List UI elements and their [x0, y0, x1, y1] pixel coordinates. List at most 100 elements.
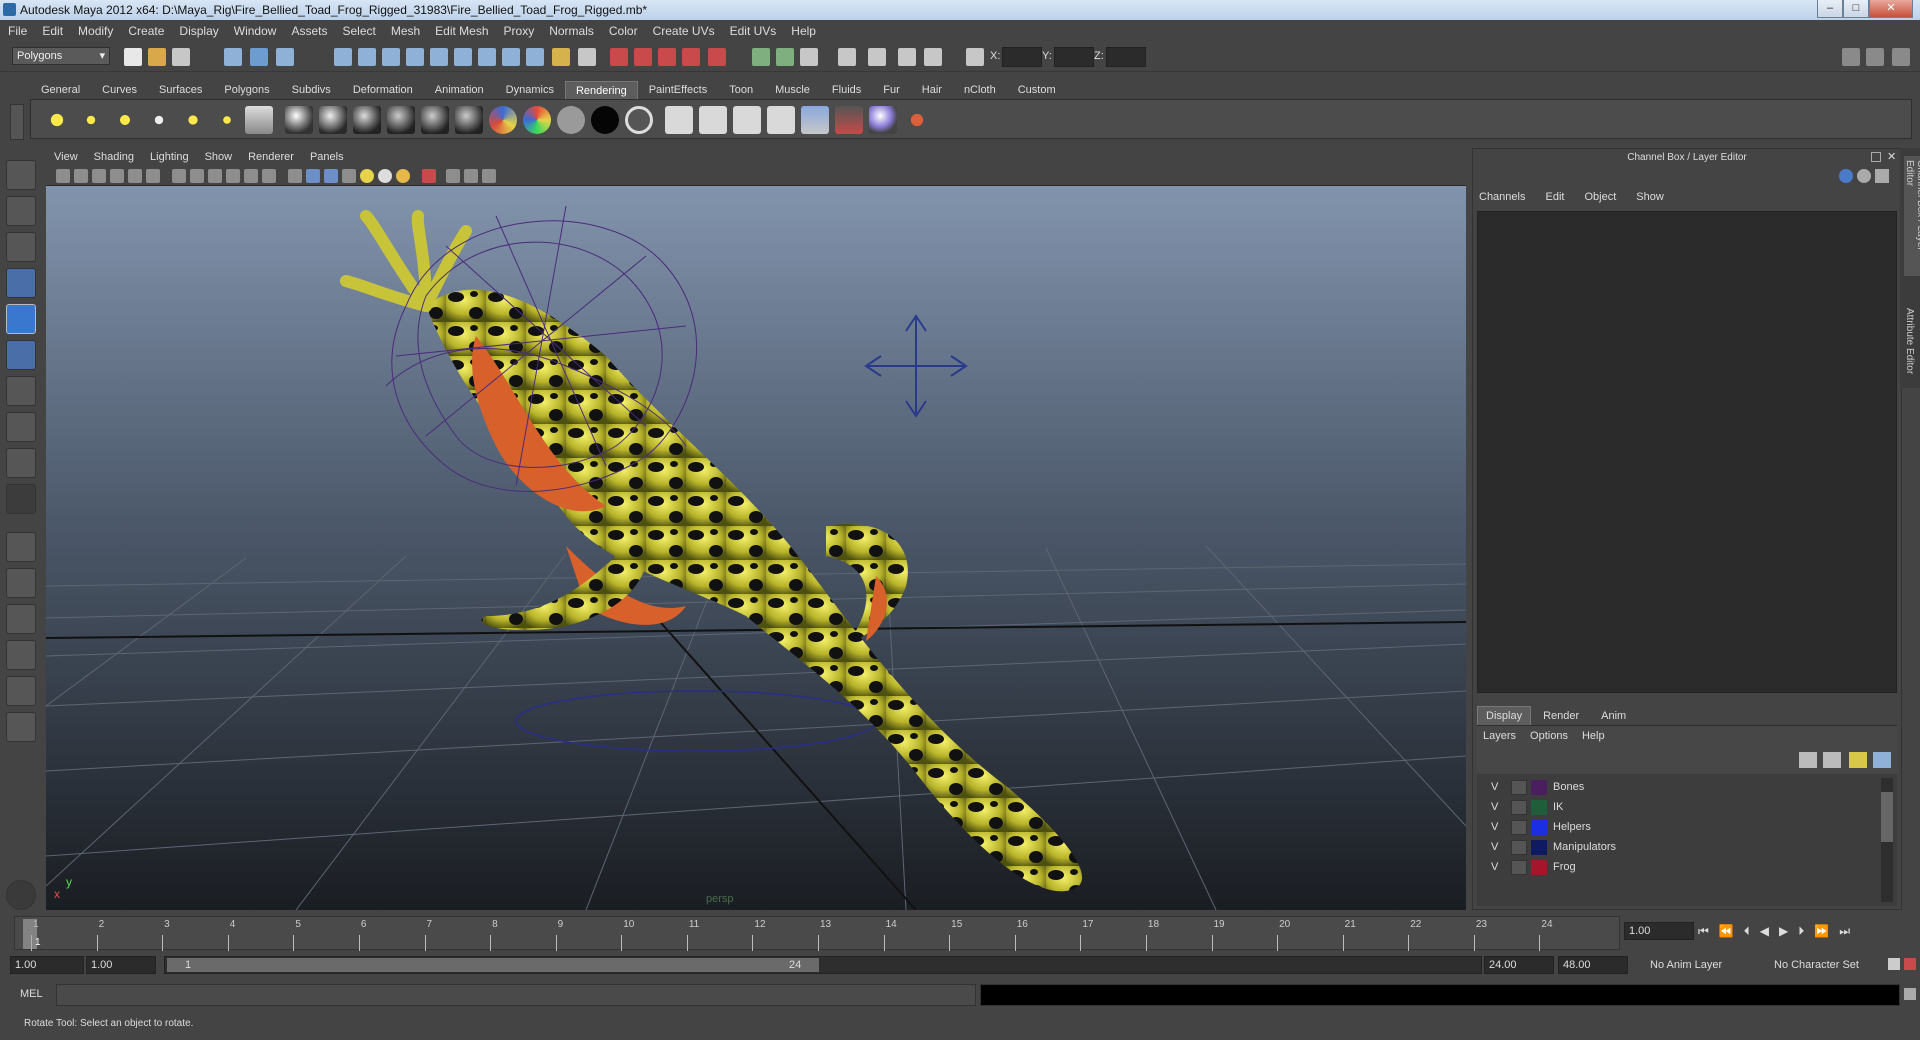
shelf-tab-animation[interactable]: Animation	[424, 80, 495, 99]
shelf-tab-surfaces[interactable]: Surfaces	[148, 80, 213, 99]
select-camera-icon[interactable]	[56, 169, 70, 183]
snap-curve-icon[interactable]	[358, 48, 376, 66]
gate-mask-icon[interactable]	[482, 169, 496, 183]
use-background-icon[interactable]	[591, 106, 619, 134]
layered-material-icon[interactable]	[455, 106, 483, 134]
use-lights-icon[interactable]	[244, 169, 258, 183]
step-forward-frame-icon[interactable]: ⏵	[1798, 924, 1804, 939]
script-editor-icon[interactable]	[838, 48, 856, 66]
layer-visibility-toggle[interactable]: V	[1491, 861, 1498, 873]
shelf-tab-painteffects[interactable]: PaintEffects	[638, 80, 719, 99]
viewport-menu-panels[interactable]: Panels	[310, 151, 344, 163]
layer-tab-anim[interactable]: Anim	[1591, 707, 1636, 725]
channel-box-icon[interactable]	[1839, 169, 1853, 183]
channel-box-area[interactable]	[1477, 211, 1897, 693]
channel-menu-channels[interactable]: Channels	[1479, 191, 1525, 203]
four-view-layout-icon[interactable]	[6, 568, 36, 598]
ambient-light-icon[interactable]	[43, 106, 71, 134]
step-back-key-icon[interactable]: ⏪	[1719, 924, 1734, 939]
select-component-icon[interactable]	[276, 48, 294, 66]
playback-start-field[interactable]: 1.00	[86, 956, 156, 974]
channel-menu-edit[interactable]: Edit	[1545, 191, 1564, 203]
help-icon[interactable]	[526, 48, 544, 66]
layer-row[interactable]: V Bones	[1485, 778, 1881, 798]
layer-menu-help[interactable]: Help	[1582, 730, 1605, 742]
move-tool-icon[interactable]	[6, 268, 36, 298]
phonge-material-icon[interactable]	[387, 106, 415, 134]
scale-tool-icon[interactable]	[6, 340, 36, 370]
step-back-frame-icon[interactable]: ⏴	[1744, 924, 1750, 939]
paint-select-tool-icon[interactable]	[6, 232, 36, 262]
highlight-selection-icon[interactable]	[578, 48, 596, 66]
blinn-material-icon[interactable]	[285, 106, 313, 134]
shelf-tab-hair[interactable]: Hair	[911, 80, 953, 99]
channel-menu-object[interactable]: Object	[1584, 191, 1616, 203]
animation-end-field[interactable]: 48.00	[1558, 956, 1628, 974]
safe-title-icon[interactable]	[464, 169, 478, 183]
menu-display[interactable]: Display	[179, 24, 218, 38]
hypershade-icon[interactable]	[682, 48, 700, 66]
z-field[interactable]	[1106, 47, 1146, 67]
shelf-menu-icon[interactable]	[10, 104, 24, 140]
render-frame-icon[interactable]	[610, 48, 628, 66]
film-gate-icon[interactable]	[146, 169, 160, 183]
render-view-icon[interactable]	[708, 48, 726, 66]
render-layer-icon[interactable]	[767, 106, 795, 134]
area-light-icon[interactable]	[179, 106, 207, 134]
layer-template-toggle[interactable]	[1511, 860, 1527, 875]
layer-row[interactable]: V IK	[1485, 798, 1881, 818]
new-layer-empty-icon[interactable]	[1799, 752, 1817, 768]
go-to-start-icon[interactable]: ⏮	[1698, 924, 1709, 939]
select-hierarchy-icon[interactable]	[224, 48, 242, 66]
layer-visibility-toggle[interactable]: V	[1491, 801, 1498, 813]
viewport-menu-view[interactable]: View	[54, 151, 78, 163]
paint-brush-icon[interactable]	[903, 106, 931, 134]
camera-icon[interactable]	[245, 106, 273, 134]
outliner-icon[interactable]	[800, 48, 818, 66]
persp-outliner-layout-icon[interactable]	[6, 604, 36, 634]
layer-list-scrollbar[interactable]	[1881, 778, 1893, 902]
float-panel-icon[interactable]	[1871, 152, 1881, 162]
channel-toggle-icon[interactable]	[1892, 48, 1910, 66]
wireframe-on-shaded-icon[interactable]	[208, 169, 222, 183]
directional-light-icon[interactable]	[77, 106, 105, 134]
shelf-tab-curves[interactable]: Curves	[91, 80, 148, 99]
viewport-menu-shading[interactable]: Shading	[94, 151, 134, 163]
viewport-menu-lighting[interactable]: Lighting	[150, 151, 189, 163]
persp-hypergraph-layout-icon[interactable]	[6, 712, 36, 742]
menu-mesh[interactable]: Mesh	[391, 24, 420, 38]
menu-color[interactable]: Color	[609, 24, 638, 38]
range-slider-handle[interactable]	[167, 958, 819, 972]
spot-light-icon[interactable]	[145, 106, 173, 134]
go-to-end-icon[interactable]: ⏭	[1839, 924, 1850, 939]
camera-attributes-icon[interactable]	[74, 169, 88, 183]
channel-box-pin-icon[interactable]	[1875, 169, 1889, 183]
menu-modify[interactable]: Modify	[78, 24, 113, 38]
shelf-tab-deformation[interactable]: Deformation	[342, 80, 424, 99]
shelf-tab-general[interactable]: General	[30, 80, 91, 99]
menu-edit-uvs[interactable]: Edit UVs	[730, 24, 777, 38]
layer-template-toggle[interactable]	[1511, 840, 1527, 855]
ipr-render-icon[interactable]	[634, 48, 652, 66]
maximize-button[interactable]: □	[1843, 0, 1869, 18]
shelf-tab-fluids[interactable]: Fluids	[821, 80, 872, 99]
y-field[interactable]	[1054, 47, 1094, 67]
smooth-shade-icon[interactable]	[190, 169, 204, 183]
soft-mod-tool-icon[interactable]	[6, 412, 36, 442]
layer-visibility-toggle[interactable]: V	[1491, 821, 1498, 833]
resolution-gate-icon[interactable]	[422, 169, 436, 183]
render-icon[interactable]	[665, 106, 693, 134]
shelf-tab-toon[interactable]: Toon	[718, 80, 764, 99]
safe-action-icon[interactable]	[446, 169, 460, 183]
lasso-tool-icon[interactable]	[6, 196, 36, 226]
shelf-tab-custom[interactable]: Custom	[1007, 80, 1067, 99]
command-language-label[interactable]: MEL	[20, 988, 43, 1000]
textured-icon[interactable]	[226, 169, 240, 183]
panel-toggle-icon[interactable]	[1842, 48, 1860, 66]
graph-icon[interactable]	[924, 48, 942, 66]
default-lighting-icon[interactable]	[360, 169, 374, 183]
output-ops-icon[interactable]	[478, 48, 496, 66]
lambert-material-icon[interactable]	[319, 106, 347, 134]
input-ops-icon[interactable]	[454, 48, 472, 66]
time-slider[interactable]: 123456789101112131415161718192021222324 …	[0, 912, 1920, 952]
